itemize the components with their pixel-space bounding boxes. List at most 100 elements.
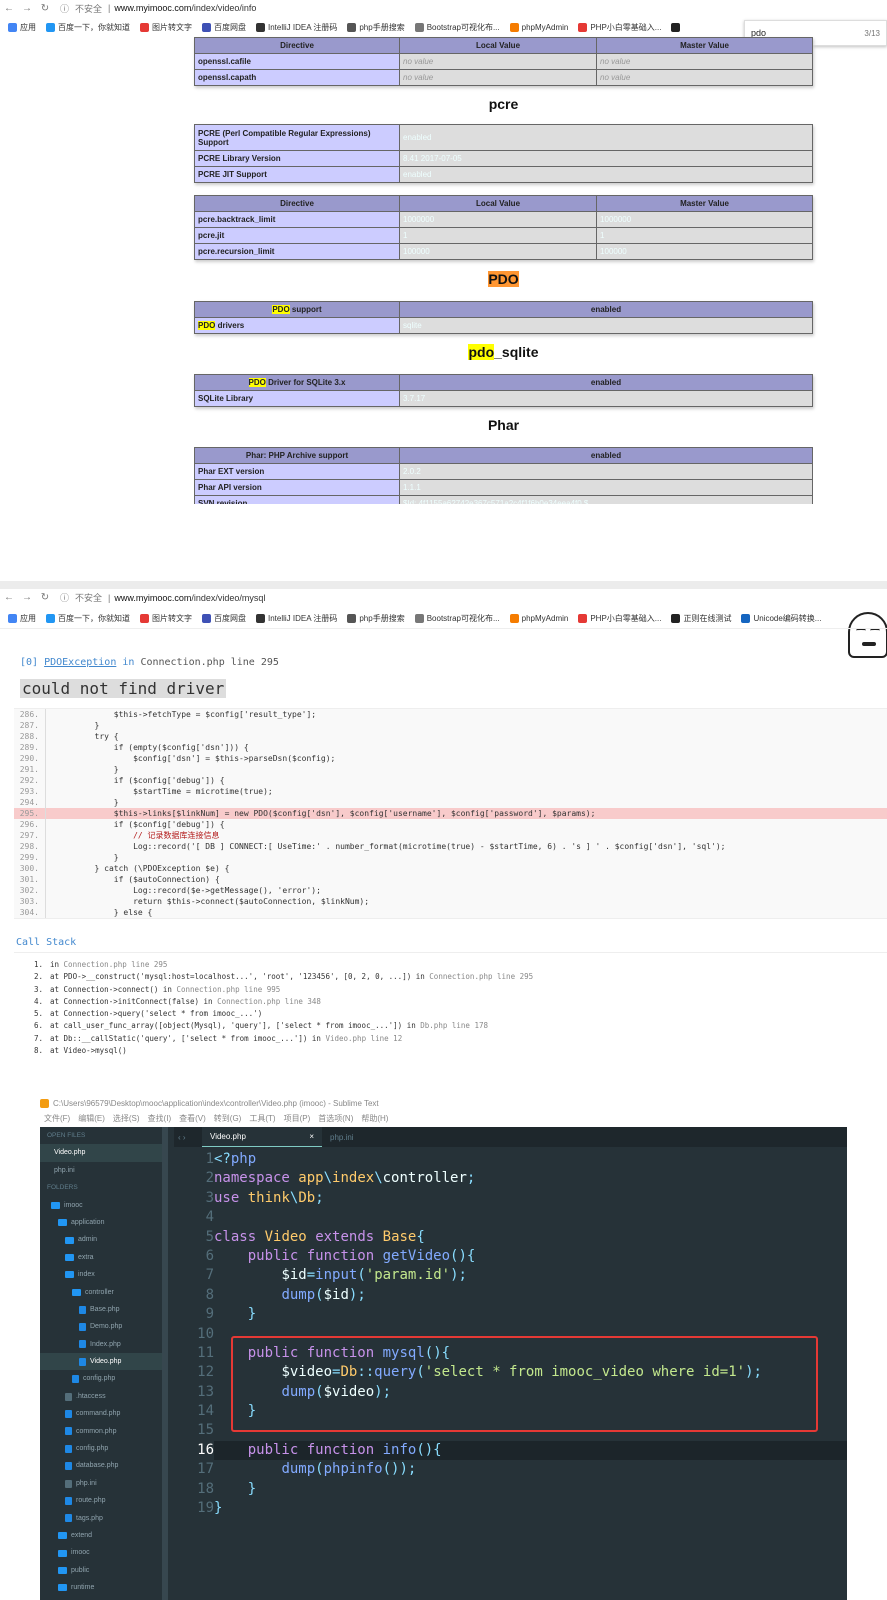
bookmark-item[interactable]: 百度一下，你就知道 [46,613,130,624]
menu-item[interactable]: 选择(S) [113,1113,140,1124]
bookmark-item[interactable]: PHP小白零基础入... [578,613,661,624]
menu-item[interactable]: 工具(T) [249,1113,275,1124]
line-number: 292. [14,775,46,786]
sidebar-item[interactable]: Video.php [40,1144,162,1162]
sidebar-item[interactable]: index [40,1266,162,1283]
bookmark-item[interactable]: 图片转文字 [140,22,192,33]
insecure-label: 不安全 [75,593,103,603]
bookmark-icon [578,23,588,32]
bookmark-icon [347,614,357,623]
address-bar[interactable]: www.myimooc.com/index/video/info [114,3,256,13]
reload-icon[interactable]: ↻ [36,3,54,14]
sidebar-item-label: php.ini [54,1166,75,1174]
sidebar-item[interactable]: php.ini [40,1162,162,1179]
sidebar-item[interactable]: extend [40,1527,162,1544]
menu-item[interactable]: 文件(F) [44,1113,70,1124]
line-number: 303. [14,896,46,907]
sidebar-item[interactable]: imooc [40,1544,162,1561]
bookmark-item[interactable]: phpMyAdmin [509,23,568,32]
pdo-table: PDO support enabled PDO drivers sqlite [194,301,813,334]
section-title-pdo: PDO [488,271,519,287]
gutter-line-number: 17 [197,1461,214,1478]
code-editor[interactable]: <?php namespace app\index\controller; us… [214,1150,847,1518]
sidebar-item[interactable]: public [40,1562,162,1579]
menu-item[interactable]: 首选项(N) [318,1113,353,1124]
forward-icon[interactable]: → [18,592,36,603]
forward-icon[interactable]: → [18,3,36,14]
line-code: $this->links[$linkNum] = new PDO($config… [56,809,596,818]
sidebar-item[interactable]: Demo.php [40,1318,162,1335]
sidebar-item[interactable]: tags.php [40,1510,162,1527]
sidebar-item[interactable]: runtime [40,1579,162,1596]
table-row: pcre.backtrack_limit 1000000 1000000 [194,211,813,228]
bookmark-item[interactable]: IntelliJ IDEA 注册码 [256,613,337,624]
sidebar-item[interactable]: config.php [40,1440,162,1457]
back-icon[interactable]: ← [0,3,18,14]
bookmark-item[interactable]: phpMyAdmin [509,614,568,623]
tab-video-php[interactable]: Video.php × [202,1127,322,1147]
bookmark-item[interactable]: 百度网盘 [202,22,246,33]
bookmark-item[interactable]: php手册搜索 [347,22,405,33]
menu-item[interactable]: 查找(I) [148,1113,172,1124]
bookmark-item[interactable]: 应用 [8,22,36,33]
highlight-box [231,1336,818,1432]
table-row: SQLite Library 3.7.17 [194,390,813,407]
sidebar-item[interactable]: Video.php [40,1353,162,1371]
menu-item[interactable]: 查看(V) [179,1113,206,1124]
folder-icon [65,1253,74,1261]
sidebar-item[interactable]: database.php [40,1457,162,1474]
sidebar-item[interactable]: admin [40,1231,162,1248]
bookmark-item[interactable]: Bootstrap可视化布... [414,613,500,624]
table-row: Phar EXT version 2.0.2 [194,463,813,480]
close-icon[interactable]: × [309,1132,314,1141]
menu-item[interactable]: 帮助(H) [361,1113,388,1124]
bookmark-item[interactable]: 百度一下，你就知道 [46,22,130,33]
bookmark-icon [671,23,681,32]
menu-item[interactable]: 编辑(E) [78,1113,105,1124]
bookmark-item[interactable]: IntelliJ IDEA 注册码 [256,22,337,33]
info-icon[interactable]: ⓘ [60,591,69,604]
menu-item[interactable]: 项目(P) [284,1113,311,1124]
info-icon[interactable]: ⓘ [60,2,69,15]
bookmark-item[interactable]: PHP小白零基础入... [578,22,661,33]
sidebar-item-label: imooc [71,1549,90,1557]
gutter-line-number: 4 [205,1209,214,1226]
sidebar-item-label: public [71,1566,90,1574]
sidebar-item[interactable]: route.php [40,1492,162,1509]
gutter-line-number: 15 [197,1422,214,1439]
sidebar-item[interactable]: .htaccess [40,1388,162,1405]
bookmark-item[interactable]: 百度网盘 [202,613,246,624]
line-code: } catch (\PDOException $e) { [56,864,230,873]
exception-link[interactable]: PDOException [44,657,116,668]
sidebar-item[interactable]: application [40,1214,162,1231]
sidebar-item[interactable]: config.php [40,1370,162,1387]
bookmark-item[interactable]: Unicode编码转换... [741,613,821,624]
menu-item[interactable]: 转到(G) [214,1113,242,1124]
bookmark-item[interactable]: php手册搜索 [347,613,405,624]
sidebar-item[interactable]: extra [40,1249,162,1266]
source-line: 288. try { [14,731,887,742]
reload-icon[interactable]: ↻ [36,592,54,603]
sidebar-item[interactable]: Base.php [40,1301,162,1318]
tab-nav-arrows-icon[interactable]: ‹ › [174,1133,202,1142]
bookmark-icon [741,614,751,623]
sidebar-item[interactable]: common.php [40,1423,162,1440]
sidebar-item[interactable]: Index.php [40,1336,162,1353]
bookmark-item[interactable]: 图片转文字 [140,613,192,624]
sidebar-item[interactable]: php.ini [40,1475,162,1492]
file-icon [79,1322,86,1331]
tab-php-ini[interactable]: php.ini [322,1127,442,1147]
bookmark-item[interactable] [671,23,683,32]
bookmark-label: 图片转文字 [152,23,192,32]
address-bar[interactable]: www.myimooc.com/index/video/mysql [114,593,265,603]
sidebar-item[interactable]: command.php [40,1405,162,1422]
bookmark-item[interactable]: 正则在线测试 [671,613,731,624]
bookmark-label: 百度网盘 [214,614,246,623]
sidebar-item[interactable]: controller [40,1284,162,1301]
line-code: try { [56,732,119,741]
sidebar-item[interactable]: imooc [40,1197,162,1214]
line-code: if ($autoConnection) { [56,875,220,884]
bookmark-item[interactable]: 应用 [8,613,36,624]
bookmark-item[interactable]: Bootstrap可视化布... [414,22,500,33]
back-icon[interactable]: ← [0,592,18,603]
